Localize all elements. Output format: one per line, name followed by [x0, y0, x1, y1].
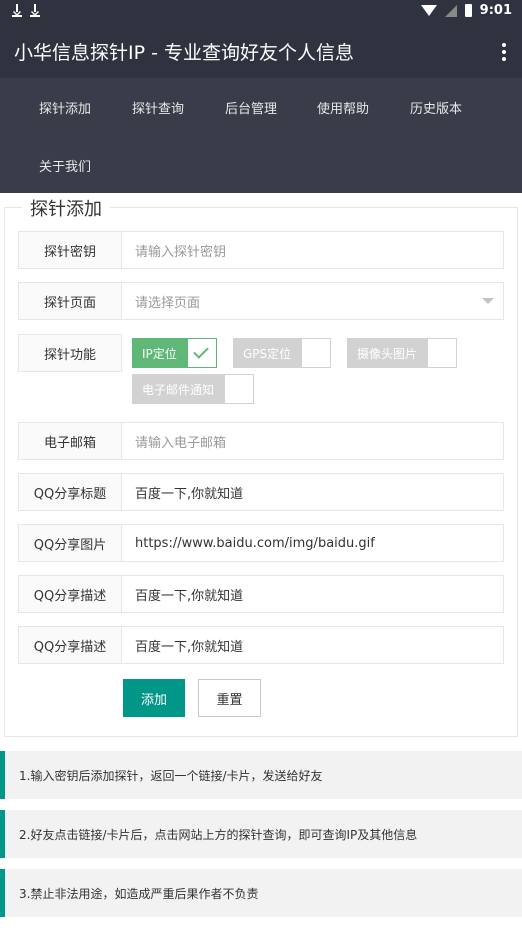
qq-desc-input[interactable]: 百度一下,你就知道	[121, 575, 504, 613]
check-icon	[193, 343, 209, 359]
wifi-icon	[420, 5, 437, 16]
checkbox-ip-location[interactable]: IP定位	[132, 338, 217, 368]
nav-item-query-probe[interactable]: 探针查询	[132, 98, 184, 117]
checkbox-label: 摄像头图片	[347, 338, 428, 368]
signal-icon	[444, 4, 457, 17]
nav-item-history[interactable]: 历史版本	[410, 98, 462, 117]
more-menu-icon[interactable]	[502, 43, 506, 61]
reset-button[interactable]: 重置	[198, 679, 261, 717]
email-row: 电子邮箱 请输入电子邮箱	[18, 422, 504, 460]
page-select[interactable]: 请选择页面	[121, 282, 504, 320]
qq-image-row: QQ分享图片 https://www.baidu.com/img/baidu.g…	[18, 524, 504, 562]
tip-item: 3.禁止非法用途，如造成严重后果作者不负责	[0, 869, 522, 917]
checkbox-label: 电子邮件通知	[132, 374, 225, 404]
form-legend: 探针添加	[22, 195, 110, 221]
qq-desc-row-2: QQ分享描述 百度一下,你就知道	[18, 626, 504, 664]
checkbox-camera-image[interactable]: 摄像头图片	[347, 338, 458, 368]
checkbox-label: GPS定位	[233, 338, 302, 368]
add-button[interactable]: 添加	[123, 679, 185, 717]
checkbox-label: IP定位	[132, 338, 187, 368]
tip-item: 1.输入密钥后添加探针，返回一个链接/卡片，发送给好友	[0, 751, 522, 799]
page-row: 探针页面 请选择页面	[18, 282, 504, 320]
qq-desc-row: QQ分享描述 百度一下,你就知道	[18, 575, 504, 613]
email-input[interactable]: 请输入电子邮箱	[121, 422, 504, 460]
chevron-down-icon	[482, 298, 494, 304]
checkbox-email-notify[interactable]: 电子邮件通知	[132, 374, 255, 404]
key-row: 探针密钥 请输入探针密钥	[18, 231, 504, 269]
status-time: 9:01	[479, 3, 512, 18]
page-title: 小华信息探针IP - 专业查询好友个人信息	[14, 42, 354, 64]
qq-image-input[interactable]: https://www.baidu.com/img/baidu.gif	[121, 524, 504, 562]
qq-desc-label-2: QQ分享描述	[18, 626, 122, 664]
qq-desc-input-2[interactable]: 百度一下,你就知道	[121, 626, 504, 664]
tip-item: 2.好友点击链接/卡片后，点击网站上方的探针查询，即可查询IP及其他信息	[0, 810, 522, 858]
battery-icon	[464, 4, 472, 17]
checkbox-gps-location[interactable]: GPS定位	[233, 338, 332, 368]
download-icon	[30, 3, 40, 17]
qq-title-input[interactable]: 百度一下,你就知道	[121, 473, 504, 511]
email-label: 电子邮箱	[18, 422, 122, 460]
features-label: 探针功能	[18, 334, 122, 372]
qq-desc-label: QQ分享描述	[18, 575, 122, 613]
nav-item-admin[interactable]: 后台管理	[225, 98, 277, 117]
page-label: 探针页面	[18, 282, 122, 320]
qq-title-row: QQ分享标题 百度一下,你就知道	[18, 473, 504, 511]
app-bar: 小华信息探针IP - 专业查询好友个人信息	[0, 24, 522, 78]
nav-item-help[interactable]: 使用帮助	[317, 98, 369, 117]
download-icon	[12, 3, 22, 17]
status-bar: 9:01	[0, 0, 522, 24]
nav-item-add-probe[interactable]: 探针添加	[39, 98, 91, 117]
qq-title-label: QQ分享标题	[18, 473, 122, 511]
qq-image-label: QQ分享图片	[18, 524, 122, 562]
key-label: 探针密钥	[18, 231, 122, 269]
nav-item-about[interactable]: 关于我们	[39, 156, 91, 175]
nav-menu: 探针添加 探针查询 后台管理 使用帮助 历史版本 关于我们	[0, 78, 522, 193]
key-input[interactable]: 请输入探针密钥	[121, 231, 504, 269]
